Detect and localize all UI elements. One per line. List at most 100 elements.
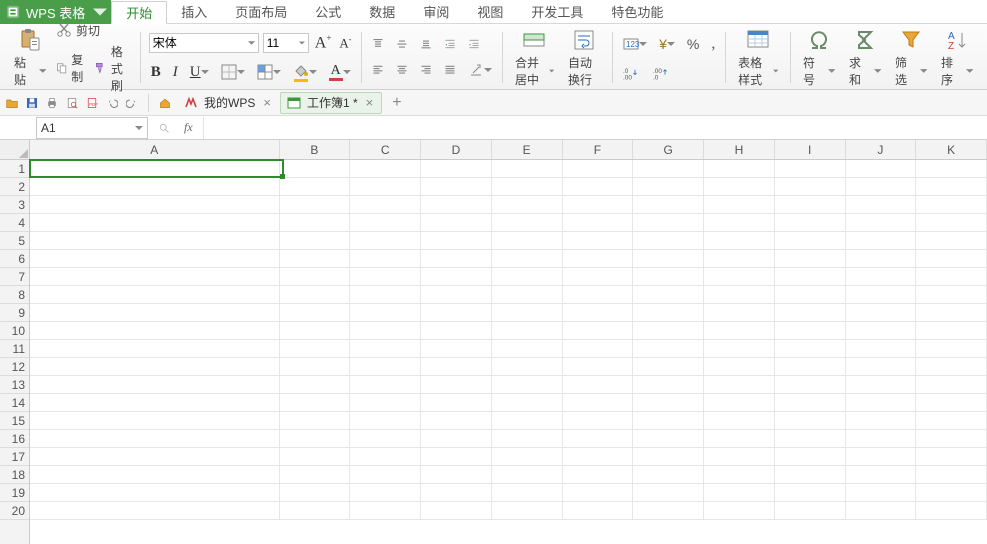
row-header-9[interactable]: 9 [0, 304, 29, 322]
cell[interactable] [492, 394, 563, 412]
merge-center-button[interactable]: 合并居中 [511, 26, 558, 90]
chevron-down-icon[interactable] [135, 124, 143, 132]
borders-button[interactable] [219, 62, 247, 82]
cell[interactable] [30, 394, 280, 412]
cell[interactable] [492, 214, 563, 232]
cell[interactable] [916, 484, 987, 502]
cell[interactable] [916, 268, 987, 286]
cell[interactable] [421, 412, 492, 430]
cell[interactable] [280, 412, 351, 430]
cell[interactable] [775, 286, 846, 304]
cell[interactable] [30, 358, 280, 376]
wrap-text-button[interactable]: 自动换行 [564, 26, 604, 90]
cell[interactable] [492, 484, 563, 502]
cell[interactable] [846, 304, 917, 322]
row-header-8[interactable]: 8 [0, 286, 29, 304]
row-header-17[interactable]: 17 [0, 448, 29, 466]
cell[interactable] [704, 232, 775, 250]
cell[interactable] [350, 322, 421, 340]
cell[interactable] [30, 178, 280, 196]
cell[interactable] [30, 448, 280, 466]
cell[interactable] [846, 196, 917, 214]
cell[interactable] [846, 502, 917, 520]
cell[interactable] [563, 232, 634, 250]
row-header-5[interactable]: 5 [0, 232, 29, 250]
row-header-16[interactable]: 16 [0, 430, 29, 448]
font-grow-button[interactable]: A+ [313, 31, 334, 54]
cell[interactable] [492, 232, 563, 250]
cell[interactable] [916, 178, 987, 196]
cell[interactable] [704, 286, 775, 304]
cell[interactable] [916, 502, 987, 520]
cell[interactable] [775, 304, 846, 322]
cell[interactable] [846, 394, 917, 412]
cell[interactable] [280, 376, 351, 394]
cell[interactable] [280, 394, 351, 412]
cell[interactable] [30, 412, 280, 430]
cell[interactable] [350, 430, 421, 448]
cell[interactable] [280, 484, 351, 502]
align-top-button[interactable] [370, 36, 386, 52]
cell[interactable] [704, 268, 775, 286]
cell[interactable] [421, 304, 492, 322]
cell[interactable] [704, 196, 775, 214]
save-button[interactable] [24, 95, 40, 111]
font-name-select[interactable] [149, 33, 259, 53]
cell[interactable] [280, 160, 351, 178]
cell[interactable] [563, 376, 634, 394]
open-button[interactable] [4, 95, 20, 111]
cell[interactable] [775, 484, 846, 502]
cell[interactable] [421, 340, 492, 358]
cell[interactable] [280, 430, 351, 448]
cell[interactable] [30, 484, 280, 502]
doc-tab-1[interactable]: 工作簿1 *× [280, 92, 382, 114]
cell[interactable] [704, 448, 775, 466]
cell[interactable] [30, 160, 280, 178]
cell[interactable] [563, 484, 634, 502]
cell[interactable] [775, 466, 846, 484]
decrease-decimal-button[interactable]: .00.0 [651, 63, 671, 83]
cell[interactable] [704, 160, 775, 178]
font-size-input[interactable] [267, 36, 295, 50]
col-header-J[interactable]: J [846, 140, 917, 159]
cell[interactable] [704, 502, 775, 520]
cell[interactable] [846, 322, 917, 340]
menu-tab-2[interactable]: 页面布局 [221, 0, 301, 23]
new-tab-button[interactable]: + [386, 94, 407, 112]
cell[interactable] [916, 286, 987, 304]
print-button[interactable] [44, 95, 60, 111]
cell[interactable] [775, 214, 846, 232]
cell[interactable] [775, 250, 846, 268]
cell[interactable] [350, 340, 421, 358]
undo-button[interactable] [104, 95, 120, 111]
cell[interactable] [633, 466, 704, 484]
cell[interactable] [492, 196, 563, 214]
cell[interactable] [916, 412, 987, 430]
cell[interactable] [350, 268, 421, 286]
col-header-H[interactable]: H [704, 140, 775, 159]
home-tab-button[interactable] [157, 95, 173, 111]
paste-button[interactable]: 粘贴 [10, 26, 50, 90]
italic-button[interactable]: I [171, 62, 180, 83]
menu-tab-3[interactable]: 公式 [301, 0, 355, 23]
cell[interactable] [30, 502, 280, 520]
cell[interactable] [704, 466, 775, 484]
cell[interactable] [421, 502, 492, 520]
row-header-4[interactable]: 4 [0, 214, 29, 232]
cell[interactable] [633, 160, 704, 178]
cell[interactable] [704, 340, 775, 358]
format-painter-button[interactable]: 格式刷 [94, 43, 132, 94]
cell[interactable] [563, 250, 634, 268]
cell[interactable] [846, 466, 917, 484]
cell[interactable] [280, 268, 351, 286]
cell[interactable] [350, 232, 421, 250]
cell[interactable] [280, 250, 351, 268]
row-header-13[interactable]: 13 [0, 376, 29, 394]
cell[interactable] [280, 322, 351, 340]
cell[interactable] [846, 430, 917, 448]
cell[interactable] [492, 322, 563, 340]
cell[interactable] [633, 178, 704, 196]
cell[interactable] [563, 358, 634, 376]
cell[interactable] [704, 214, 775, 232]
col-header-E[interactable]: E [492, 140, 563, 159]
